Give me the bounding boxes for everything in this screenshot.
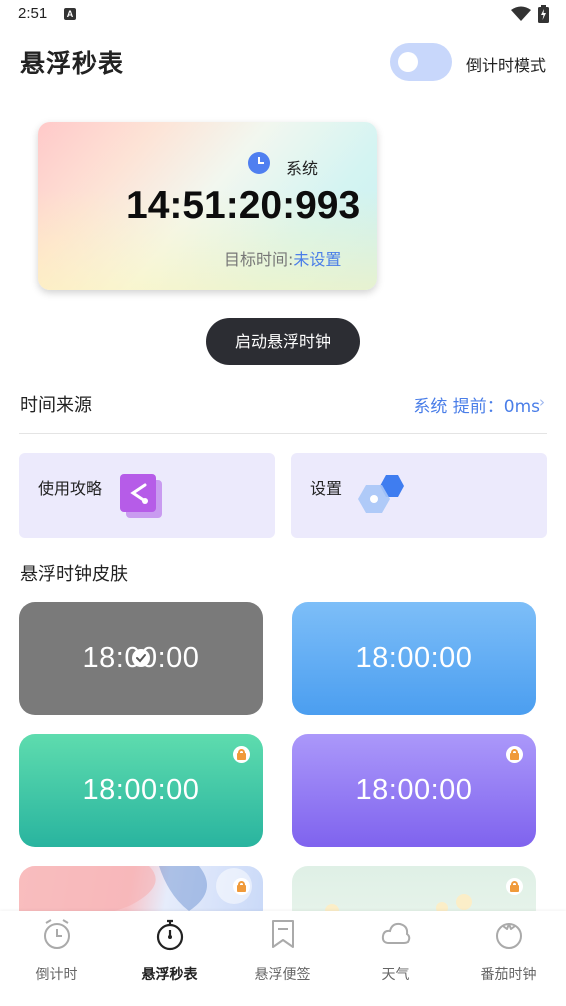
lock-icon [506, 746, 523, 763]
nav-label: 悬浮便签 [254, 967, 311, 983]
skin-tile-gray[interactable]: 18:00:00 [19, 602, 263, 715]
nav-label: 悬浮秒表 [141, 967, 198, 983]
battery-icon [538, 5, 549, 23]
skin-tile-green[interactable]: 18:00:00 [19, 734, 263, 847]
settings-hex-icon [358, 475, 404, 513]
status-bar: 2:51 A [0, 0, 566, 30]
clock-source-label: 系统 [286, 159, 319, 178]
lock-icon [506, 878, 523, 895]
clock-icon [248, 152, 270, 174]
nav-label: 天气 [381, 967, 410, 983]
status-time: 2:51 [18, 5, 48, 22]
target-time-label: 目标时间: [224, 250, 294, 269]
settings-card[interactable]: 设置 [291, 453, 547, 538]
alarm-clock-icon [44, 919, 70, 949]
clock-time: 14:51:20:993 [126, 184, 361, 227]
nav-weather[interactable]: 天气 [339, 911, 452, 1006]
nav-countdown[interactable]: 倒计时 [0, 911, 113, 1006]
guide-icon [120, 474, 162, 518]
time-source-value[interactable]: 系统 提前：0ms [413, 392, 540, 417]
chevron-right-icon[interactable]: › [539, 393, 545, 411]
lock-icon [233, 746, 250, 763]
nav-label: 番茄时钟 [480, 967, 537, 983]
lock-icon [233, 878, 250, 895]
check-icon [132, 649, 150, 667]
target-time-value[interactable]: 未设置 [293, 250, 341, 269]
target-time-row: 目标时间:未设置 [224, 246, 341, 270]
start-floating-clock-button[interactable]: 启动悬浮时钟 [206, 318, 360, 365]
skin-time: 18:00:00 [355, 774, 473, 806]
notification-icon: A [64, 8, 76, 20]
cloud-icon [381, 922, 411, 944]
countdown-mode-toggle[interactable] [390, 43, 452, 81]
tomato-icon [496, 923, 522, 949]
nav-label: 倒计时 [35, 967, 78, 983]
countdown-mode-label: 倒计时模式 [466, 56, 547, 75]
skins-section-title: 悬浮时钟皮肤 [20, 564, 128, 585]
wifi-icon [511, 6, 531, 21]
bottom-nav: 倒计时 悬浮秒表 悬浮便签 天气 番茄时钟 [0, 911, 566, 1006]
skin-tile-blue[interactable]: 18:00:00 [292, 602, 536, 715]
skin-tile-purple[interactable]: 18:00:00 [292, 734, 536, 847]
skin-time: 18:00:00 [355, 642, 473, 674]
guide-label: 使用攻略 [38, 479, 103, 498]
skin-time: 18:00:00 [82, 774, 200, 806]
nav-pomodoro[interactable]: 番茄时钟 [452, 911, 565, 1006]
nav-floating-note[interactable]: 悬浮便签 [226, 911, 339, 1006]
stopwatch-icon [156, 919, 184, 951]
guide-card[interactable]: 使用攻略 [19, 453, 275, 538]
settings-label: 设置 [310, 479, 343, 498]
page-title: 悬浮秒表 [20, 49, 125, 78]
divider [19, 433, 547, 434]
bookmark-icon [272, 920, 294, 948]
clock-preview-card: 系统 14:51:20:993 目标时间:未设置 [38, 122, 377, 290]
nav-floating-stopwatch[interactable]: 悬浮秒表 [113, 911, 226, 1006]
toggle-knob [398, 52, 418, 72]
time-source-label: 时间来源 [20, 395, 92, 416]
